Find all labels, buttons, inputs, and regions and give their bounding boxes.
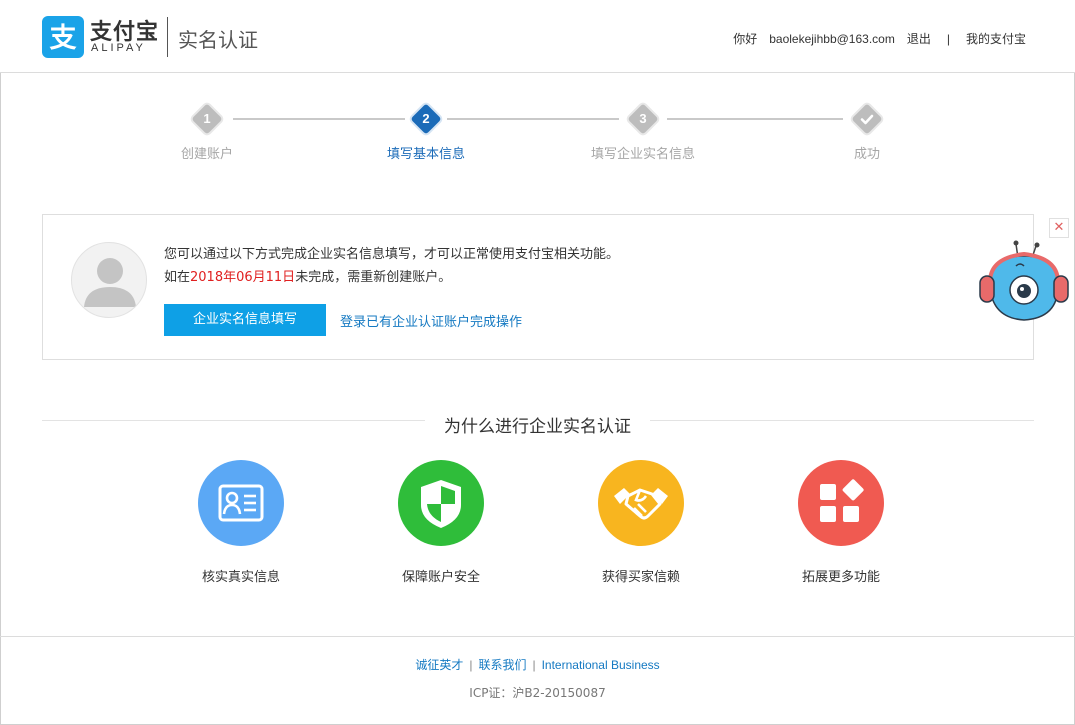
why-title: 为什么进行企业实名认证 bbox=[425, 412, 650, 437]
fill-enterprise-info-button[interactable]: 企业实名信息填写 bbox=[164, 304, 326, 336]
footer-links: 诚征英才 | 联系我们 | International Business bbox=[415, 658, 660, 672]
user-silhouette-icon bbox=[84, 258, 136, 307]
feature-label: 核实真实信息 bbox=[201, 570, 280, 585]
mascot-icon bbox=[976, 238, 1071, 328]
feature-label: 拓展更多功能 bbox=[801, 570, 880, 585]
user-nav: 你好 baolekejihbb@163.com 退出 | 我的支付宝 bbox=[733, 30, 1026, 47]
deadline-date: 2018年06月11日 bbox=[190, 270, 296, 285]
step-marker: 1 bbox=[191, 103, 223, 135]
nav-separator: | bbox=[946, 31, 950, 46]
step-label: 填写基本信息 bbox=[386, 147, 465, 162]
footer-link-careers[interactable]: 诚征英才 bbox=[415, 658, 463, 672]
login-existing-account-link[interactable]: 登录已有企业认证账户完成操作 bbox=[340, 311, 522, 330]
feature-label: 保障账户安全 bbox=[401, 570, 480, 585]
logo-divider bbox=[167, 17, 168, 57]
step-success: 成功 bbox=[807, 103, 927, 162]
user-email: baolekejihbb@163.com bbox=[769, 31, 895, 46]
feature-more-functions: 拓展更多功能 bbox=[761, 460, 921, 585]
svg-text:支: 支 bbox=[50, 23, 77, 54]
alipay-logo-icon[interactable]: 支 bbox=[42, 16, 84, 58]
my-alipay-link[interactable]: 我的支付宝 bbox=[966, 32, 1026, 46]
apps-icon bbox=[798, 460, 884, 546]
check-icon bbox=[856, 108, 878, 130]
greeting-text: 你好 bbox=[733, 32, 758, 46]
deadline-text: 如在2018年06月11日未完成，需重新创建账户。 bbox=[164, 270, 452, 285]
footer: 诚征英才 | 联系我们 | International Business ICP证：沪B… bbox=[0, 636, 1075, 725]
step-basic-info: 2 填写基本信息 bbox=[366, 103, 486, 162]
step-marker bbox=[851, 103, 883, 135]
shield-icon bbox=[398, 460, 484, 546]
handshake-icon bbox=[598, 460, 684, 546]
feature-verify-info: 核实真实信息 bbox=[161, 460, 321, 585]
step-marker: 3 bbox=[627, 103, 659, 135]
step-label: 创建账户 bbox=[180, 147, 233, 162]
feature-label: 获得买家信赖 bbox=[601, 570, 680, 585]
footer-link-contact[interactable]: 联系我们 bbox=[478, 658, 526, 672]
feature-buyer-trust: 获得买家信赖 bbox=[561, 460, 721, 585]
feature-account-security: 保障账户安全 bbox=[361, 460, 521, 585]
notice-card: 您可以通过以下方式完成企业实名信息填写，才可以正常使用支付宝相关功能。 如在20… bbox=[42, 214, 1034, 360]
step-create-account: 1 创建账户 bbox=[147, 103, 267, 162]
header: 支 支付宝 ALIPAY 实名认证 你好 baolekejihbb@163.co… bbox=[0, 0, 1075, 73]
notice-text: 您可以通过以下方式完成企业实名信息填写，才可以正常使用支付宝相关功能。 bbox=[164, 247, 620, 262]
close-icon[interactable]: ✕ bbox=[1049, 218, 1069, 238]
logo-subtext: ALIPAY bbox=[91, 42, 146, 54]
id-card-icon bbox=[198, 460, 284, 546]
avatar bbox=[71, 242, 147, 318]
step-marker: 2 bbox=[410, 103, 442, 135]
page-title: 实名认证 bbox=[178, 28, 258, 52]
logout-link[interactable]: 退出 bbox=[907, 32, 931, 46]
step-label: 成功 bbox=[853, 147, 880, 162]
footer-link-international[interactable]: International Business bbox=[542, 658, 660, 672]
step-label: 填写企业实名信息 bbox=[590, 147, 695, 162]
step-enterprise-info: 3 填写企业实名信息 bbox=[583, 103, 703, 162]
icp-text: ICP证：沪B2-20150087 bbox=[469, 686, 606, 700]
